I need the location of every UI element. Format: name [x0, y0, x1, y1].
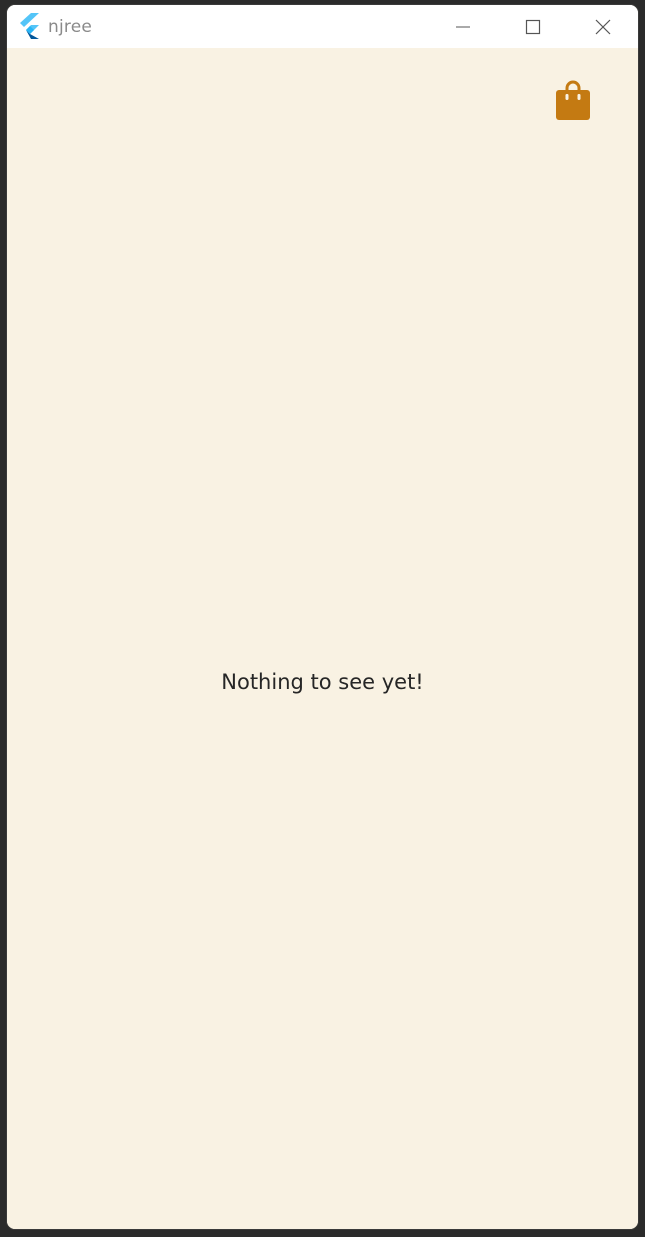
app-window: njree Nothing to see yet! [7, 5, 638, 1229]
main-content: Nothing to see yet! [7, 48, 638, 1229]
flutter-logo-icon [20, 13, 39, 39]
window-title: njree [48, 17, 93, 37]
close-button[interactable] [568, 5, 638, 48]
minimize-icon [456, 26, 470, 27]
title-bar[interactable]: njree [7, 5, 638, 48]
cart-button[interactable] [553, 76, 593, 124]
minimize-button[interactable] [428, 5, 498, 48]
close-icon [595, 19, 611, 34]
maximize-button[interactable] [498, 5, 568, 48]
shopping-bag-icon [556, 80, 590, 120]
empty-state-message: Nothing to see yet! [221, 670, 424, 694]
maximize-icon [525, 19, 541, 34]
